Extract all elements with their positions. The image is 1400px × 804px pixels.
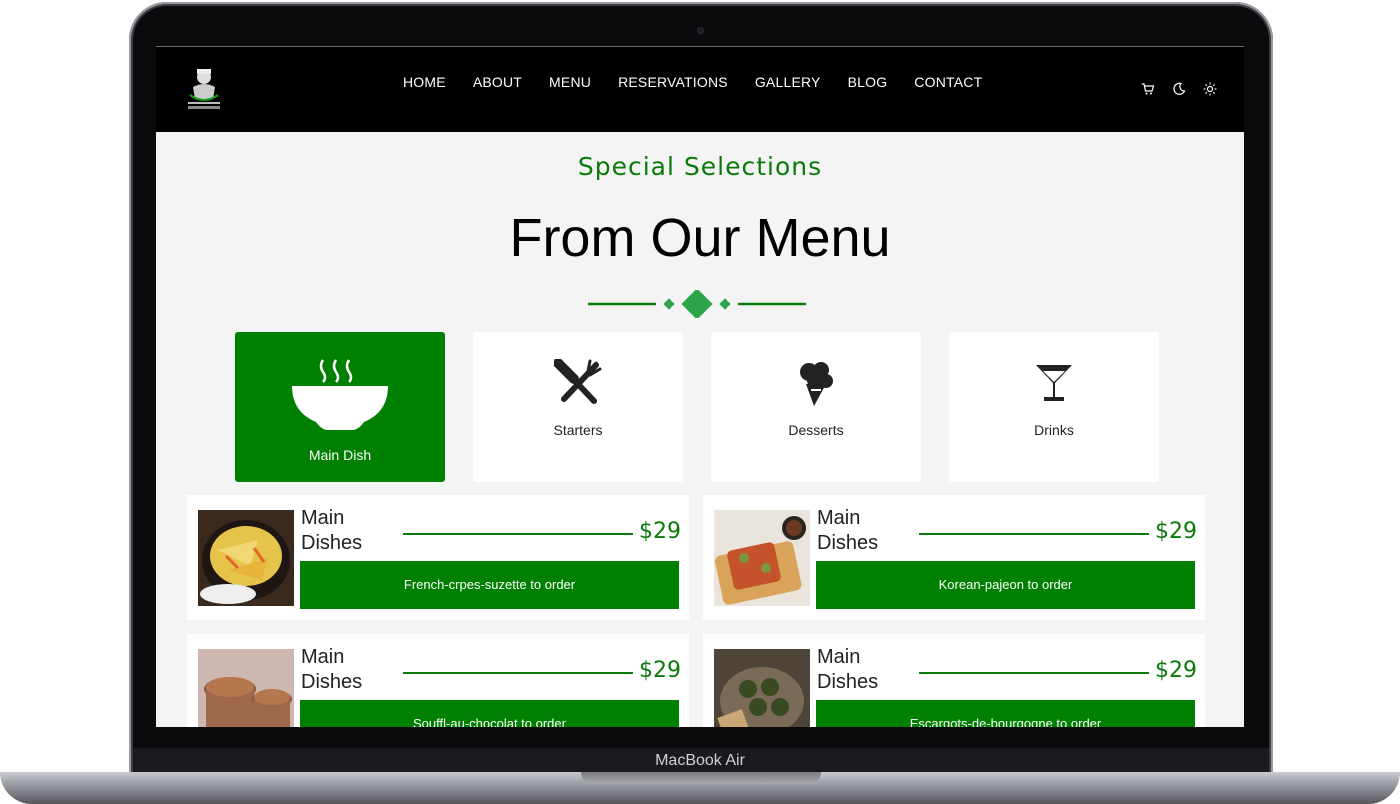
tab-desserts[interactable]: Desserts (711, 332, 921, 482)
item-leader-line (403, 672, 633, 674)
menu-item: Main Dishes $29 Souffl-au-chocolat to or… (187, 634, 689, 727)
section-title: From Our Menu (509, 208, 891, 268)
order-button[interactable]: French-crpes-suzette to order (300, 561, 679, 609)
screen: HOME ABOUT MENU RESERVATIONS GALLERY BLO… (156, 47, 1244, 727)
item-title: Main Dishes (817, 507, 879, 554)
utensils-icon (554, 359, 602, 404)
order-button[interactable]: Escargots-de-bourgogne to order (816, 700, 1195, 727)
nav-gallery[interactable]: GALLERY (755, 74, 821, 90)
ice-cream-icon (800, 362, 833, 406)
item-price: $29 (1155, 519, 1197, 544)
moon-icon[interactable] (1172, 82, 1186, 96)
item-price: $29 (639, 519, 681, 544)
nav-links: HOME ABOUT MENU RESERVATIONS GALLERY BLO… (403, 74, 982, 90)
dish-photo (198, 510, 294, 606)
category-tabs: Main Dish Starters Desserts Drinks (235, 332, 1159, 482)
order-button[interactable]: Souffl-au-chocolat to order (300, 700, 679, 727)
tab-drinks[interactable]: Drinks (949, 332, 1159, 482)
bowl-icon (292, 359, 388, 430)
menu-item: Main Dishes $29 French-crpes-suzette to … (187, 495, 689, 620)
tab-starters[interactable]: Starters (473, 332, 683, 482)
cocktail-icon (1036, 365, 1072, 401)
camera-dot (697, 27, 704, 34)
nav-about[interactable]: ABOUT (473, 74, 522, 90)
nav-contact[interactable]: CONTACT (914, 74, 982, 90)
item-title: Main Dishes (817, 646, 879, 693)
nav-blog[interactable]: BLOG (848, 74, 888, 90)
tab-label: Starters (553, 422, 603, 438)
section-kicker: Special Selections (577, 152, 823, 181)
section-divider (588, 290, 806, 318)
menu-item: Main Dishes $29 Korean-pajeon to order (703, 495, 1205, 620)
dish-photo (198, 649, 294, 727)
item-title: Main Dishes (301, 646, 363, 693)
item-leader-line (403, 533, 633, 535)
order-button[interactable]: Korean-pajeon to order (816, 561, 1195, 609)
nav-icons (1141, 82, 1217, 96)
item-leader-line (919, 533, 1149, 535)
sun-icon[interactable] (1203, 82, 1217, 96)
nav-menu[interactable]: MENU (549, 74, 591, 90)
item-leader-line (919, 672, 1149, 674)
tab-label: Main Dish (308, 447, 372, 463)
dish-photo (714, 649, 810, 727)
cart-icon[interactable] (1141, 82, 1155, 96)
laptop-notch (581, 772, 821, 784)
tab-label: Desserts (788, 422, 844, 438)
item-title: Main Dishes (301, 507, 363, 554)
item-price: $29 (1155, 658, 1197, 683)
tab-main-dish[interactable]: Main Dish (235, 332, 445, 482)
nav-home[interactable]: HOME (403, 74, 446, 90)
nav-reservations[interactable]: RESERVATIONS (618, 74, 728, 90)
navbar: HOME ABOUT MENU RESERVATIONS GALLERY BLO… (156, 47, 1244, 132)
dish-photo (714, 510, 810, 606)
menu-item: Main Dishes $29 Escargots-de-bourgogne t… (703, 634, 1205, 727)
tab-label: Drinks (1034, 422, 1074, 438)
device-brand-label: MacBook Air (655, 752, 745, 769)
logo-icon[interactable] (184, 65, 224, 111)
item-price: $29 (639, 658, 681, 683)
